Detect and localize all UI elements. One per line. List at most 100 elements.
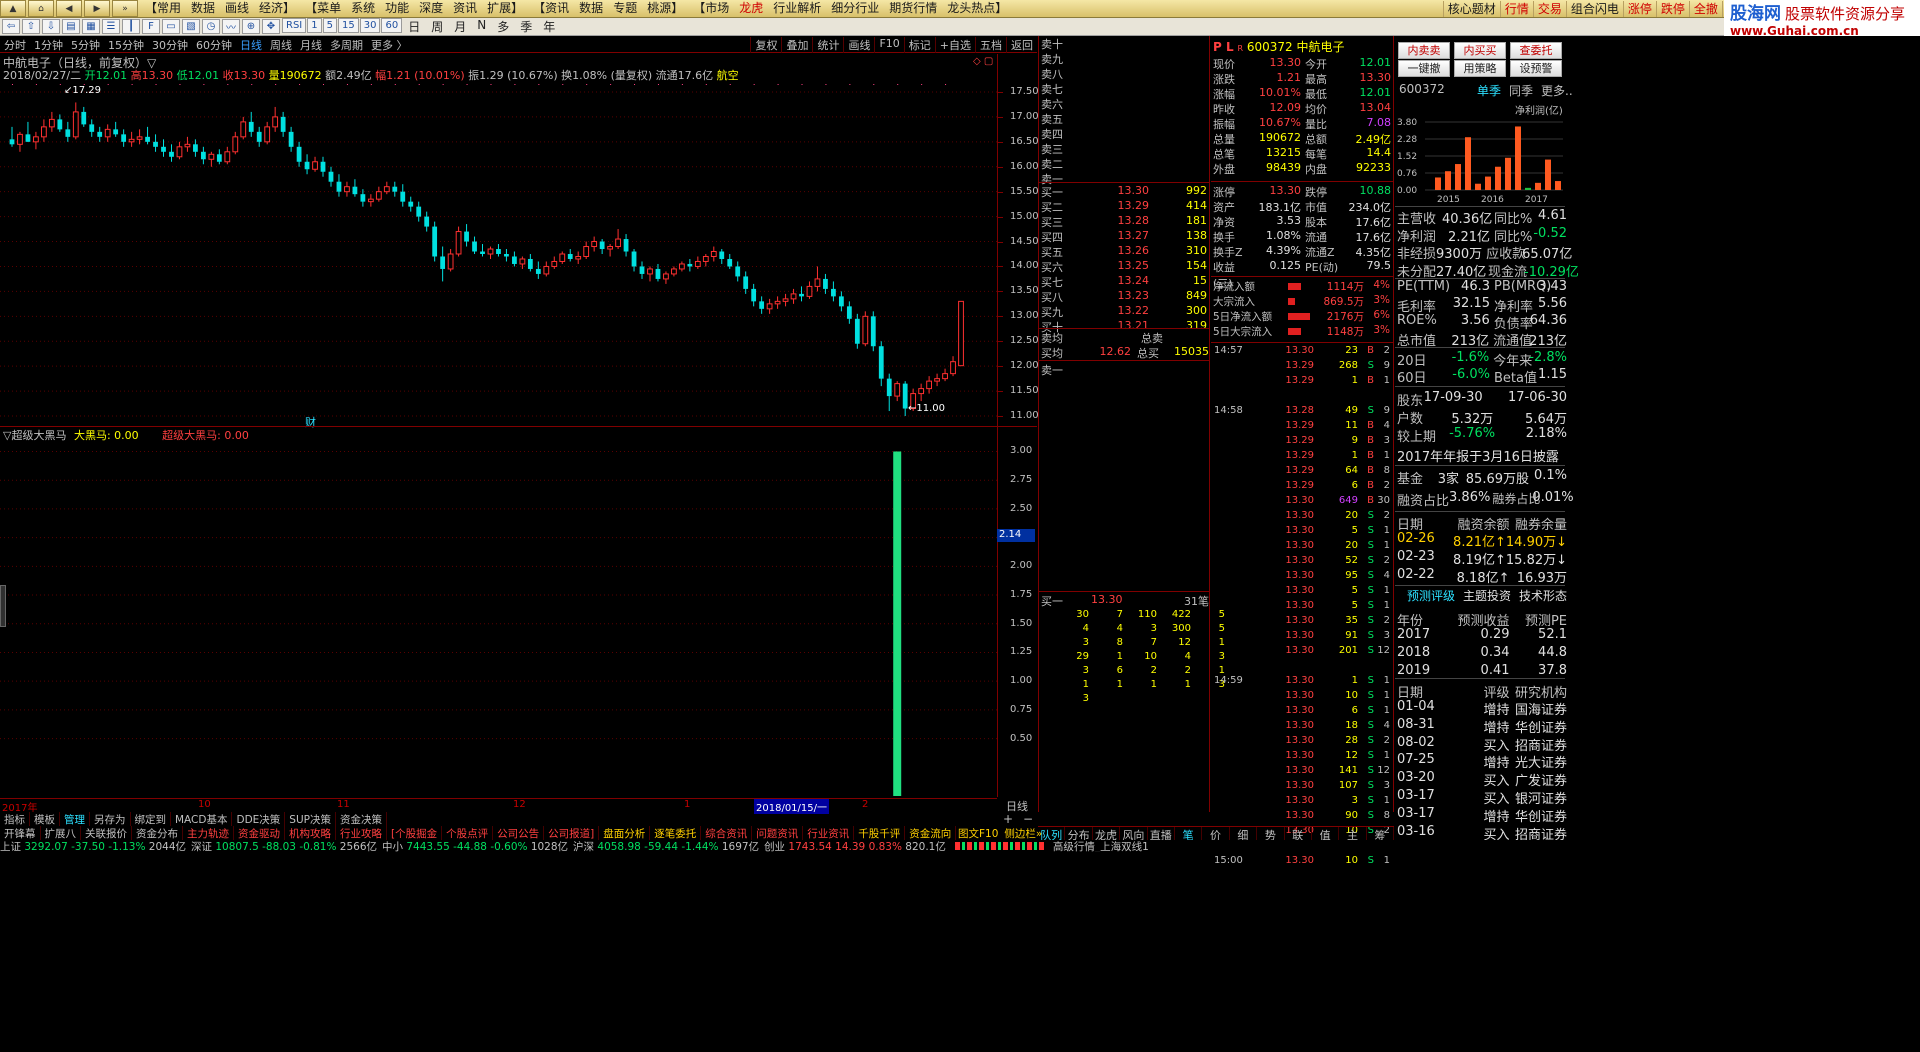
bid-row[interactable]: 买一 13.30 992 — [1039, 184, 1209, 199]
tick-row[interactable]: 13.30 28 S 2 — [1211, 735, 1393, 750]
info-tab-right[interactable]: 图文F10 — [955, 826, 1001, 841]
menu-item[interactable]: 【菜单 — [300, 0, 346, 17]
menu-item[interactable]: 【常用 — [140, 0, 186, 17]
tick-row[interactable]: 13.30 90 S 8 — [1211, 810, 1393, 825]
bid-row[interactable]: 买四 13.27 138 — [1039, 229, 1209, 244]
index-quote[interactable]: 深证 10807.5 -88.03 -0.81% 2566亿 — [191, 840, 377, 853]
toolbar-item[interactable]: 5 — [322, 18, 337, 33]
bid-row[interactable]: 买五 13.26 310 — [1039, 244, 1209, 259]
trade-button[interactable]: 一键撤 — [1398, 60, 1450, 77]
panel-tab[interactable]: 值 — [1312, 827, 1340, 842]
tick-row[interactable]: 13.29 9 B 3 — [1211, 435, 1393, 450]
menu-right-item[interactable]: 行情 — [1499, 0, 1533, 17]
f10-tab[interactable]: 单季 — [1477, 82, 1501, 99]
grid-icon[interactable]: ▦ — [82, 19, 100, 34]
ask-row[interactable]: 卖三 — [1039, 141, 1209, 156]
toolbar-item[interactable]: 日 — [403, 18, 425, 35]
menu-right-item[interactable]: 跌停 — [1655, 0, 1689, 17]
period-action[interactable]: 复权 — [750, 37, 781, 53]
tick-row[interactable]: 13.30 91 S 3 — [1211, 630, 1393, 645]
period-tab[interactable]: 多周期 — [326, 37, 367, 53]
tick-row[interactable]: 13.30 20 S 2 — [1211, 510, 1393, 525]
menu-item[interactable]: 数据 — [574, 0, 608, 17]
indicator-tab[interactable]: 模板 — [30, 812, 60, 826]
indicator-tab[interactable]: 绑定到 — [131, 812, 171, 826]
period-tab[interactable]: 更多 〉 — [367, 37, 412, 53]
tick-row[interactable]: 13.30 6 S 1 — [1211, 705, 1393, 720]
menu-item[interactable]: 细分行业 — [826, 0, 884, 17]
indicator-tab[interactable]: 管理 — [60, 812, 90, 826]
back-icon[interactable]: ◀ — [56, 0, 82, 17]
index-quote[interactable]: 沪深 4058.98 -59.44 -1.44% 1697亿 — [573, 840, 759, 853]
menu-item[interactable]: 专题 — [608, 0, 642, 17]
indicator-tab[interactable]: DDE决策 — [232, 812, 286, 826]
panel-tab[interactable]: 直播 — [1148, 827, 1175, 842]
period-tab[interactable]: 周线 — [266, 37, 296, 53]
ask-row[interactable]: 卖七 — [1039, 81, 1209, 96]
page-icon[interactable]: ▤ — [62, 19, 80, 34]
period-action[interactable]: 五档 — [975, 37, 1006, 53]
index-quote[interactable]: 上证 3292.07 -37.50 -1.13% 2044亿 — [0, 840, 186, 853]
ask-row[interactable]: 卖九 — [1039, 51, 1209, 66]
period-tab[interactable]: 月线 — [296, 37, 326, 53]
toolbar-item[interactable]: 周 — [426, 18, 448, 35]
bid-row[interactable]: 买二 13.29 414 — [1039, 199, 1209, 214]
menu-item[interactable]: 龙头热点】 — [942, 0, 1012, 17]
panel-tab[interactable]: 笔 — [1175, 827, 1203, 842]
period-action[interactable]: 统计 — [812, 37, 843, 53]
tick-row[interactable] — [1211, 660, 1393, 675]
panel-tab[interactable]: 筹 — [1367, 827, 1395, 842]
panel-tab[interactable]: 主 — [1339, 827, 1367, 842]
menu-right-item[interactable]: 全撤 — [1688, 0, 1722, 17]
window-icon[interactable]: ▭ — [162, 19, 180, 34]
menu-item[interactable]: 扩展】 — [482, 0, 528, 17]
back-arrow-icon[interactable]: ⇦ — [2, 19, 20, 34]
period-action[interactable]: 叠加 — [781, 37, 812, 53]
panel-tab[interactable]: 风向 — [1120, 827, 1148, 842]
period-tab[interactable]: 60分钟 — [192, 37, 236, 53]
diamond-icon[interactable]: ◇ ▢ — [973, 56, 993, 67]
menu-item[interactable]: 系统 — [346, 0, 380, 17]
tick-row[interactable]: 13.30 35 S 2 — [1211, 615, 1393, 630]
sector-tag[interactable]: 航空 — [717, 69, 739, 82]
ask-row[interactable]: 卖五 — [1039, 111, 1209, 126]
menu-item[interactable]: 资讯 — [448, 0, 482, 17]
period-action[interactable]: 返回 — [1006, 37, 1037, 53]
toolbar-item[interactable]: 1 — [307, 18, 322, 33]
tick-row[interactable]: 13.30 18 S 4 — [1211, 720, 1393, 735]
f10-tab[interactable]: 更多.. — [1541, 82, 1573, 99]
left-panel-handle[interactable] — [0, 585, 6, 627]
info-tab[interactable]: 问题资讯 — [752, 826, 804, 840]
ask-row[interactable]: 卖十 — [1039, 36, 1209, 51]
connection-status[interactable]: 高级行情_上海双线1 — [1053, 840, 1149, 853]
tick-row[interactable] — [1211, 390, 1393, 405]
toolbar-item[interactable]: 15 — [338, 18, 359, 33]
menu-right-item[interactable]: 核心题材 — [1442, 0, 1500, 17]
panel-tab[interactable]: 队列 — [1038, 827, 1066, 842]
tick-row[interactable]: 15:00 13.30 10 S 1 — [1211, 855, 1393, 870]
info-tab[interactable]: 资金驱动 — [234, 826, 285, 840]
chart-icon[interactable]: ▧ — [182, 19, 200, 34]
tick-row[interactable]: 14:57 13.30 23 B 2 — [1211, 345, 1393, 360]
trade-button[interactable]: 内卖卖 — [1398, 42, 1450, 59]
zoom-out-icon[interactable]: − — [1023, 812, 1033, 826]
forecast-tab[interactable]: 技术形态 — [1519, 587, 1567, 604]
info-tab[interactable]: 开锋幕 — [0, 826, 41, 840]
panel-tab[interactable]: 细 — [1230, 827, 1258, 842]
up-arrow-icon[interactable]: ⇧ — [22, 19, 40, 34]
trade-button[interactable]: 查委托 — [1510, 42, 1562, 59]
tick-row[interactable]: 13.30 20 S 1 — [1211, 540, 1393, 555]
tick-row[interactable]: 14:59 13.30 1 S 1 — [1211, 675, 1393, 690]
tick-row[interactable]: 13.30 52 S 2 — [1211, 555, 1393, 570]
panel-tab[interactable]: 龙虎 — [1093, 827, 1121, 842]
indicator-tab[interactable]: 另存为 — [90, 812, 131, 826]
menu-right-item[interactable]: 交易 — [1532, 0, 1566, 17]
finance-marker[interactable]: 财 — [305, 414, 316, 430]
ask-row[interactable]: 卖六 — [1039, 96, 1209, 111]
ask-row[interactable]: 卖八 — [1039, 66, 1209, 81]
panel-tab[interactable]: 分布 — [1065, 827, 1093, 842]
menu-item[interactable]: 画线 — [220, 0, 254, 17]
bid-row[interactable]: 买八 13.23 849 — [1039, 289, 1209, 304]
info-tab[interactable]: 逐笔委托 — [650, 826, 702, 840]
period-tab[interactable]: 分时 — [0, 37, 30, 53]
